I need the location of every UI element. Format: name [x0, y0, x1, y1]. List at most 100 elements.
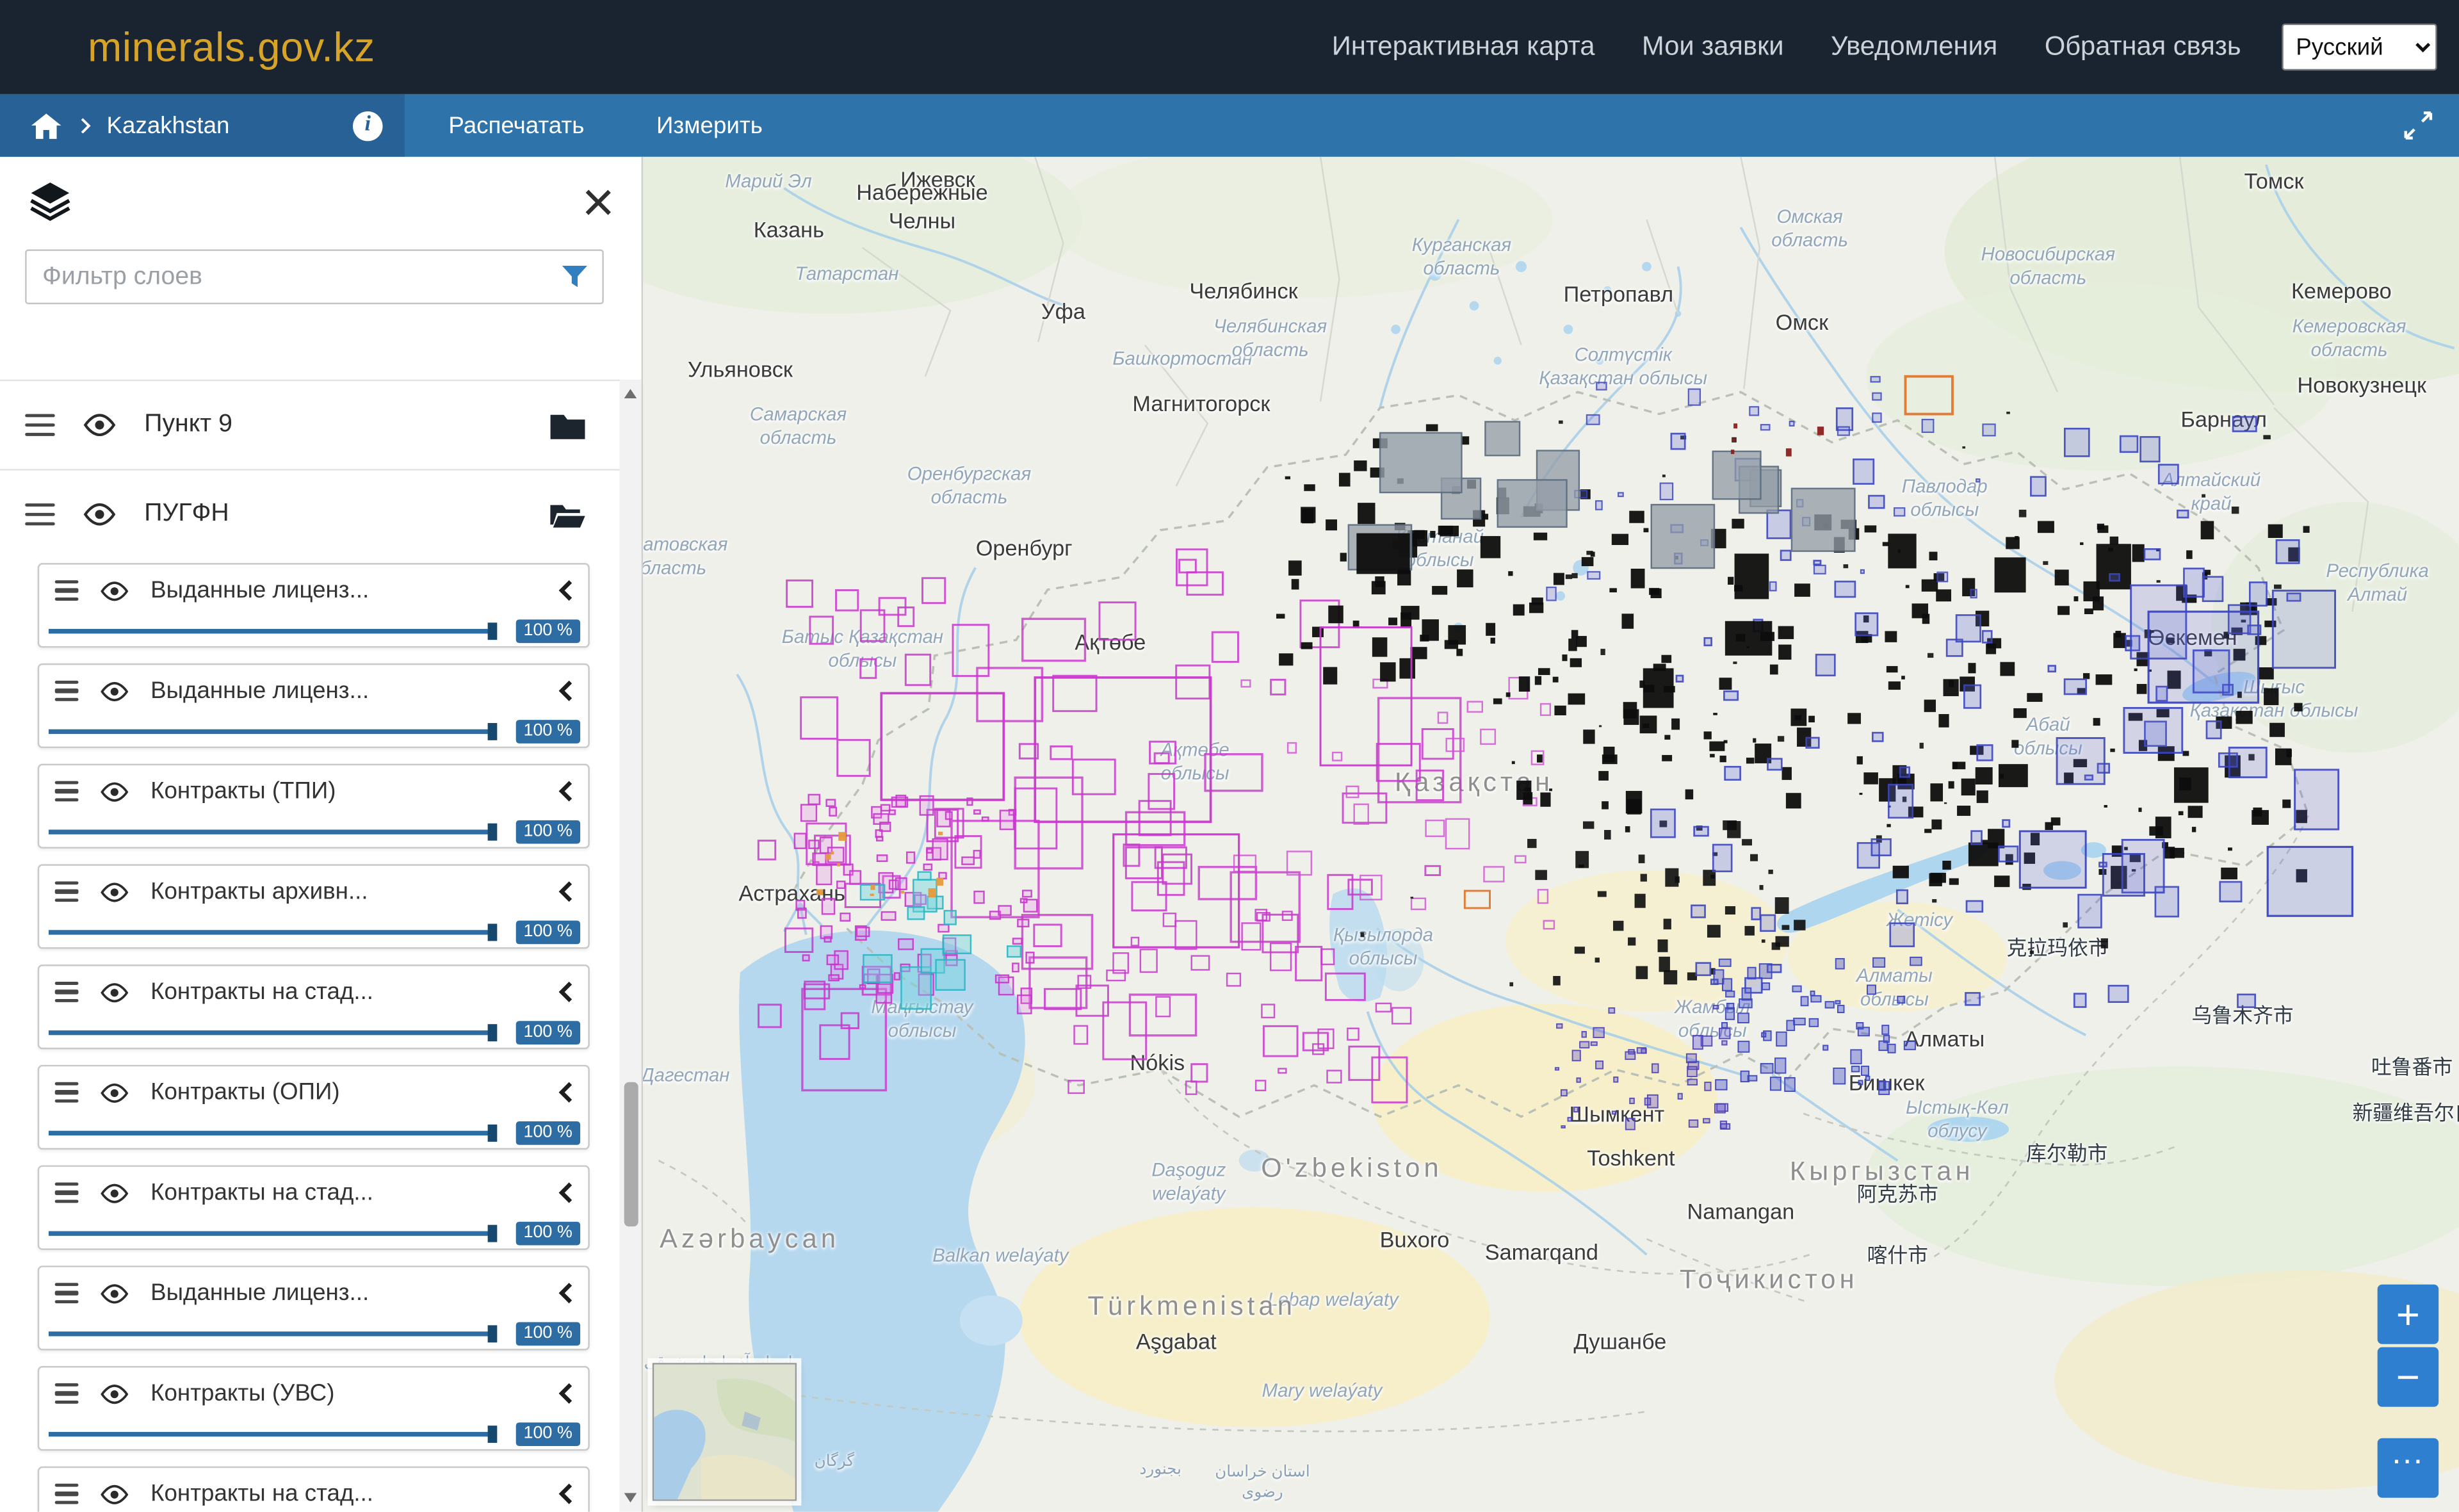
- opacity-slider[interactable]: [49, 1030, 491, 1035]
- opacity-slider-handle[interactable]: [488, 824, 498, 841]
- visibility-eye-icon[interactable]: [99, 1483, 130, 1505]
- layer-group-row[interactable]: Пункт 9: [0, 380, 621, 469]
- visibility-eye-icon[interactable]: [99, 780, 130, 802]
- drag-handle-icon[interactable]: [55, 1484, 79, 1504]
- opacity-slider-handle[interactable]: [488, 622, 498, 640]
- top-nav: Интерактивная карта Мои заявки Уведомления…: [1332, 31, 2241, 63]
- layer-label: Контракты на стад...: [150, 1180, 373, 1207]
- drag-handle-icon[interactable]: [55, 882, 79, 902]
- layer-item[interactable]: Контракты (ТПИ)100 %: [38, 764, 590, 849]
- opacity-slider-handle[interactable]: [488, 1426, 498, 1443]
- measure-button[interactable]: Измерить: [656, 112, 763, 139]
- scroll-thumb[interactable]: [623, 1082, 637, 1226]
- layer-item[interactable]: Контракты на стад...100 %: [38, 1467, 590, 1512]
- opacity-slider[interactable]: [49, 1432, 491, 1436]
- layers-list: Пункт 9ПУГФНВыданные лиценз...100 %Выдан…: [0, 380, 621, 1512]
- chevron-left-icon[interactable]: [556, 579, 574, 603]
- drag-handle-icon[interactable]: [55, 681, 79, 701]
- opacity-value: 100 %: [515, 921, 580, 945]
- layer-label: Контракты (ОПИ): [150, 1079, 340, 1106]
- drag-handle-icon[interactable]: [55, 1283, 79, 1303]
- map-canvas[interactable]: ТомскКемеровоНовокузнецкБарнаулОмскПетро…: [643, 157, 2459, 1512]
- visibility-eye-icon[interactable]: [99, 981, 130, 1003]
- layer-item[interactable]: Контракты (ОПИ)100 %: [38, 1065, 590, 1150]
- folder-closed-icon[interactable]: [549, 410, 587, 440]
- opacity-slider[interactable]: [49, 1231, 491, 1235]
- overview-inset-map[interactable]: [653, 1363, 797, 1501]
- drag-handle-icon[interactable]: [55, 1183, 79, 1203]
- chevron-left-icon[interactable]: [556, 1482, 574, 1506]
- layer-item[interactable]: Выданные лиценз... 100 %: [38, 1265, 590, 1350]
- drag-handle-icon[interactable]: [55, 1082, 79, 1102]
- print-button[interactable]: Распечатать: [448, 112, 584, 139]
- opacity-slider-handle[interactable]: [488, 923, 498, 941]
- visibility-eye-icon[interactable]: [99, 1383, 130, 1404]
- visibility-eye-icon[interactable]: [99, 1182, 130, 1203]
- scroll-up-arrow[interactable]: [624, 389, 637, 398]
- opacity-slider-handle[interactable]: [488, 1125, 498, 1142]
- drag-handle-icon[interactable]: [25, 414, 55, 437]
- visibility-eye-icon[interactable]: [81, 412, 117, 437]
- layer-item[interactable]: Выданные лиценз...100 %: [38, 663, 590, 748]
- opacity-slider-handle[interactable]: [488, 1024, 498, 1041]
- layer-item[interactable]: Контракты архивн...100 %: [38, 864, 590, 948]
- opacity-slider[interactable]: [49, 1331, 491, 1336]
- opacity-slider[interactable]: [49, 930, 491, 934]
- filter-icon[interactable]: [562, 265, 588, 289]
- info-icon[interactable]: i: [353, 111, 383, 141]
- chevron-left-icon[interactable]: [556, 779, 574, 803]
- breadcrumb-label[interactable]: Kazakhstan: [107, 112, 230, 139]
- drag-handle-icon[interactable]: [55, 982, 79, 1002]
- opacity-slider-handle[interactable]: [488, 1325, 498, 1342]
- panel-scrollbar[interactable]: [619, 380, 641, 1512]
- layer-filter: [25, 249, 604, 304]
- language-select[interactable]: Русский: [2282, 24, 2437, 70]
- opacity-slider[interactable]: [49, 729, 491, 734]
- layer-label: Выданные лиценз...: [150, 1280, 369, 1306]
- layer-label: Контракты на стад...: [150, 979, 373, 1005]
- site-logo[interactable]: minerals.gov.kz: [88, 23, 375, 72]
- opacity-slider[interactable]: [49, 629, 491, 633]
- top-navbar: minerals.gov.kz Интерактивная карта Мои з…: [0, 0, 2459, 94]
- layer-filter-input[interactable]: [25, 249, 604, 304]
- chevron-left-icon[interactable]: [556, 679, 574, 703]
- opacity-slider-handle[interactable]: [488, 723, 498, 740]
- chevron-left-icon[interactable]: [556, 1281, 574, 1305]
- layer-group-row[interactable]: ПУГФН: [0, 469, 621, 558]
- visibility-eye-icon[interactable]: [81, 502, 117, 527]
- folder-open-icon[interactable]: [549, 500, 587, 530]
- chevron-left-icon[interactable]: [556, 880, 574, 904]
- nav-item-2[interactable]: Мои заявки: [1642, 31, 1784, 63]
- zoom-in-button[interactable]: +: [2378, 1285, 2439, 1344]
- chevron-left-icon[interactable]: [556, 1080, 574, 1104]
- drag-handle-icon[interactable]: [55, 781, 79, 801]
- close-panel-button[interactable]: ×: [581, 179, 615, 224]
- home-icon[interactable]: [31, 112, 61, 139]
- chevron-left-icon[interactable]: [556, 1382, 574, 1406]
- visibility-eye-icon[interactable]: [99, 580, 130, 601]
- layer-item[interactable]: Контракты на стад...100 %: [38, 964, 590, 1049]
- opacity-slider-handle[interactable]: [488, 1225, 498, 1242]
- zoom-out-button[interactable]: −: [2378, 1347, 2439, 1407]
- opacity-slider[interactable]: [49, 1131, 491, 1135]
- scroll-down-arrow[interactable]: [624, 1493, 637, 1502]
- drag-handle-icon[interactable]: [25, 503, 55, 526]
- fullscreen-icon[interactable]: [2403, 110, 2434, 141]
- drag-handle-icon[interactable]: [55, 1384, 79, 1404]
- visibility-eye-icon[interactable]: [99, 680, 130, 702]
- more-tools-button[interactable]: ...: [2378, 1438, 2439, 1498]
- layer-item[interactable]: Контракты на стад...100 %: [38, 1166, 590, 1250]
- drag-handle-icon[interactable]: [55, 581, 79, 601]
- visibility-eye-icon[interactable]: [99, 881, 130, 902]
- visibility-eye-icon[interactable]: [99, 1082, 130, 1103]
- opacity-slider[interactable]: [49, 830, 491, 834]
- visibility-eye-icon[interactable]: [99, 1282, 130, 1304]
- nav-item-1[interactable]: Интерактивная карта: [1332, 31, 1595, 63]
- nav-item-3[interactable]: Уведомления: [1831, 31, 1997, 63]
- nav-item-4[interactable]: Обратная связь: [2045, 31, 2241, 63]
- layer-item[interactable]: Контракты (УВС)100 %: [38, 1366, 590, 1451]
- layer-item[interactable]: Выданные лиценз...100 %: [38, 563, 590, 647]
- opacity-value: 100 %: [515, 1322, 580, 1345]
- chevron-left-icon[interactable]: [556, 980, 574, 1004]
- chevron-left-icon[interactable]: [556, 1181, 574, 1205]
